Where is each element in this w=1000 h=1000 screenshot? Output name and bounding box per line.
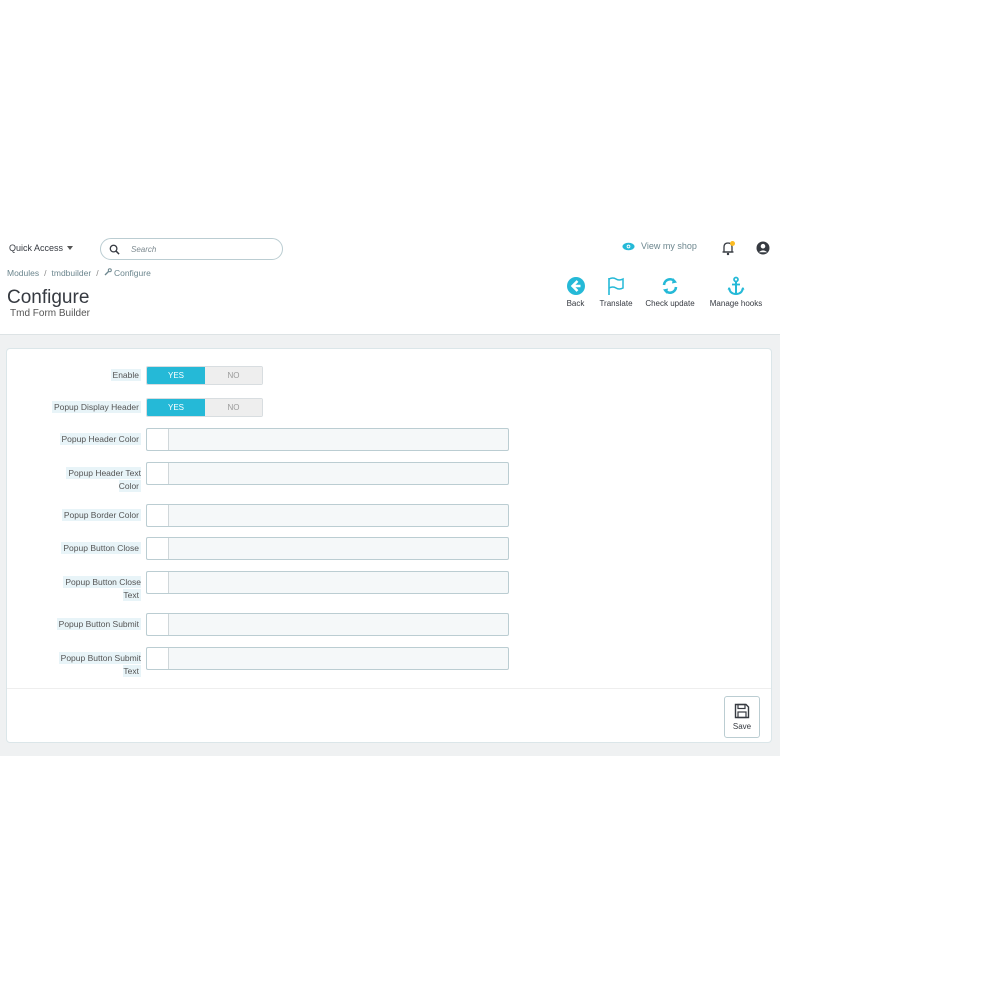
popup-display-header-switch[interactable]: YES NO xyxy=(146,398,263,417)
color-swatch[interactable] xyxy=(147,463,169,484)
popup-header-text-color-input[interactable] xyxy=(146,462,509,485)
field-label: Popup Button Submit Text xyxy=(58,652,141,677)
caret-down-icon xyxy=(67,246,74,250)
popup-button-close-input[interactable] xyxy=(146,537,509,560)
back-label: Back xyxy=(566,299,585,308)
field-label: Popup Button Submit xyxy=(56,618,141,630)
color-value-field[interactable] xyxy=(169,614,508,635)
color-value-field[interactable] xyxy=(169,505,508,526)
switch-yes[interactable]: YES xyxy=(147,399,205,416)
popup-button-close-text-input[interactable] xyxy=(146,571,509,594)
popup-button-submit-input[interactable] xyxy=(146,613,509,636)
panel-footer: Save xyxy=(7,688,771,742)
toolbar: Back Translate Check update Manage hooks xyxy=(560,276,769,308)
back-arrow-icon xyxy=(566,277,585,295)
save-label: Save xyxy=(732,722,752,731)
breadcrumb-configure: Configure xyxy=(113,268,151,278)
color-swatch[interactable] xyxy=(147,505,169,526)
flag-icon xyxy=(608,277,624,295)
manage-hooks-button[interactable]: Manage hooks xyxy=(703,276,769,308)
back-button[interactable]: Back xyxy=(560,276,591,308)
view-my-shop-label: View my shop xyxy=(641,241,697,251)
config-panel: Enable YES NO Popup Display Header YES N… xyxy=(6,348,772,743)
switch-no[interactable]: NO xyxy=(205,399,262,416)
breadcrumb-separator: / xyxy=(44,268,47,278)
switch-yes[interactable]: YES xyxy=(147,367,205,384)
search-input[interactable] xyxy=(131,244,271,254)
switch-no[interactable]: NO xyxy=(205,367,262,384)
floppy-disk-icon xyxy=(734,703,750,719)
anchor-icon xyxy=(727,276,745,296)
breadcrumb-tmdbuilder[interactable]: tmdbuilder xyxy=(52,268,92,278)
field-label: Enable xyxy=(110,369,141,381)
color-value-field[interactable] xyxy=(169,429,508,450)
manage-hooks-label: Manage hooks xyxy=(709,299,763,308)
color-swatch[interactable] xyxy=(147,429,169,450)
color-swatch[interactable] xyxy=(147,538,169,559)
popup-border-color-input[interactable] xyxy=(146,504,509,527)
check-update-button[interactable]: Check update xyxy=(639,276,701,308)
quick-access-label: Quick Access xyxy=(9,243,64,253)
color-swatch[interactable] xyxy=(147,614,169,635)
breadcrumb-current: Configure xyxy=(104,268,151,278)
view-my-shop-link[interactable]: View my shop xyxy=(622,241,697,251)
quick-access-menu[interactable]: Quick Access xyxy=(9,243,74,253)
translate-button[interactable]: Translate xyxy=(595,276,637,308)
enable-switch[interactable]: YES NO xyxy=(146,366,263,385)
wrench-icon xyxy=(104,268,112,276)
translate-label: Translate xyxy=(599,299,633,308)
eye-icon xyxy=(622,242,635,250)
color-value-field[interactable] xyxy=(169,648,508,669)
search-icon xyxy=(109,244,120,255)
breadcrumb-modules[interactable]: Modules xyxy=(7,268,39,278)
search-box xyxy=(100,238,283,260)
breadcrumb: Modules / tmdbuilder / Configure xyxy=(7,268,151,278)
admin-app: Quick Access View my shop xyxy=(0,232,780,756)
popup-header-color-input[interactable] xyxy=(146,428,509,451)
notification-bell-icon[interactable] xyxy=(720,240,736,256)
top-bar: Quick Access View my shop xyxy=(0,232,780,266)
color-value-field[interactable] xyxy=(169,572,508,593)
user-avatar-icon[interactable] xyxy=(756,241,770,255)
popup-button-submit-text-input[interactable] xyxy=(146,647,509,670)
color-swatch[interactable] xyxy=(147,572,169,593)
field-label: Popup Button Close Text xyxy=(63,576,141,601)
color-swatch[interactable] xyxy=(147,648,169,669)
field-label: Popup Header Color xyxy=(59,433,141,445)
field-label: Popup Display Header xyxy=(51,401,141,413)
page-header: Modules / tmdbuilder / Configure Configu… xyxy=(0,266,780,335)
breadcrumb-separator: / xyxy=(96,268,99,278)
field-label: Popup Border Color xyxy=(61,509,141,521)
page-title: Configure xyxy=(7,287,90,308)
check-update-label: Check update xyxy=(645,299,695,308)
color-value-field[interactable] xyxy=(169,538,508,559)
field-label: Popup Button Close xyxy=(61,542,141,554)
color-value-field[interactable] xyxy=(169,463,508,484)
page-subtitle: Tmd Form Builder xyxy=(10,308,91,319)
field-label: Popup Header Text Color xyxy=(66,467,141,492)
refresh-icon xyxy=(662,278,678,294)
save-button[interactable]: Save xyxy=(724,696,760,738)
